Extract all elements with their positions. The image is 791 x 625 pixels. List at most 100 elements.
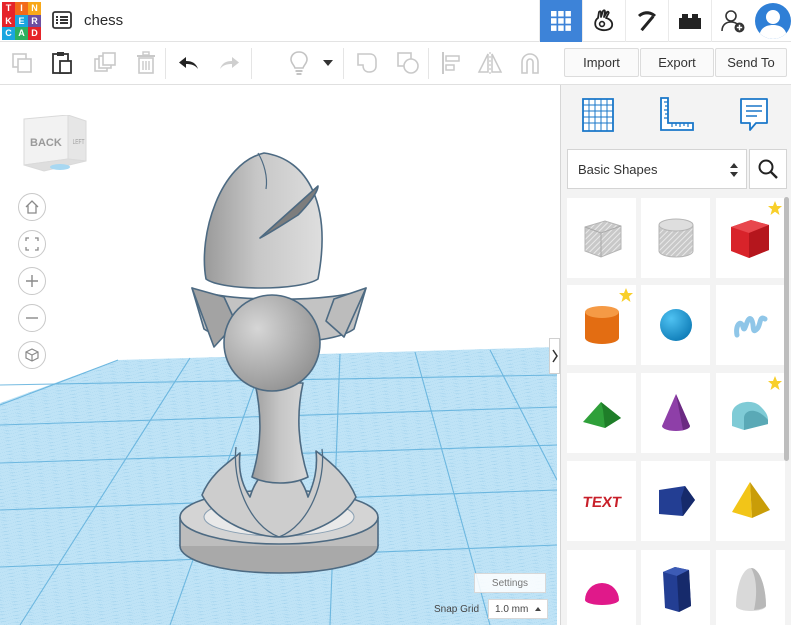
- edit-toolbar: [0, 42, 560, 85]
- logo-letter: D: [28, 27, 41, 40]
- invite-user-button[interactable]: [711, 0, 754, 42]
- home-view-button[interactable]: [18, 193, 46, 221]
- paste-button[interactable]: [49, 50, 75, 76]
- ruler-tab[interactable]: [656, 93, 696, 137]
- duplicate-icon: [94, 52, 116, 72]
- mirror-icon: [477, 52, 503, 74]
- chevron-right-icon: [551, 349, 558, 363]
- scribble-shape: [733, 315, 767, 338]
- cruise-button[interactable]: [517, 50, 543, 76]
- delete-button[interactable]: [133, 50, 159, 76]
- shape-tile-paraboloid[interactable]: [716, 550, 785, 625]
- shape-tile-pyramid[interactable]: [716, 461, 785, 541]
- 3d-workplane-viewport[interactable]: BACK LEFT Settings Snap Grid 1.0 mm: [0, 85, 557, 625]
- settings-button[interactable]: Settings: [474, 573, 546, 593]
- group-icon: [357, 53, 377, 73]
- updown-arrows-icon: [730, 163, 738, 177]
- perspective-cube-icon: [25, 348, 39, 362]
- toolbar-divider: [343, 48, 344, 79]
- snap-grid-value: 1.0 mm: [495, 603, 529, 615]
- blocks-view-button[interactable]: [582, 0, 625, 42]
- shape-tile-polygon[interactable]: [641, 461, 710, 541]
- copy-button[interactable]: [9, 50, 35, 76]
- send-to-button[interactable]: Send To: [715, 48, 787, 77]
- shape-tile-sphere[interactable]: [641, 285, 710, 365]
- zoom-in-button[interactable]: [18, 267, 46, 295]
- search-icon: [758, 159, 778, 179]
- bricks-button[interactable]: [668, 0, 711, 42]
- export-button[interactable]: Export: [640, 48, 714, 77]
- zoom-out-button[interactable]: [18, 304, 46, 332]
- speech-bubble-icon: [740, 98, 768, 131]
- group-button[interactable]: [354, 50, 380, 76]
- logo-letter: I: [15, 2, 28, 15]
- polygon-shape: [658, 486, 695, 516]
- pickaxe-icon: [638, 11, 656, 32]
- align-button[interactable]: [438, 50, 464, 76]
- clipboard-icon: [52, 52, 72, 74]
- undo-icon: [179, 57, 198, 69]
- star-icon: [768, 201, 782, 215]
- undo-button[interactable]: [176, 50, 202, 76]
- 3d-design-view-button[interactable]: [539, 0, 582, 42]
- caret-up-icon: [535, 607, 541, 611]
- shape-tile-box[interactable]: [716, 198, 785, 278]
- panel-collapse-button[interactable]: [549, 338, 560, 374]
- codeblocks-button[interactable]: [625, 0, 668, 42]
- notes-button[interactable]: [286, 50, 312, 76]
- shape-tile-half-sphere[interactable]: [567, 550, 636, 625]
- bricks-icon: [679, 14, 701, 29]
- user-avatar[interactable]: [755, 3, 791, 39]
- ungroup-button[interactable]: [395, 50, 421, 76]
- shape-tile-hexagonal-prism[interactable]: [641, 550, 710, 625]
- shape-search-button[interactable]: [749, 149, 787, 189]
- shape-tile-scribble[interactable]: [716, 285, 785, 365]
- shape-category-select[interactable]: Basic Shapes: [567, 149, 747, 189]
- shape-tile-cone[interactable]: [641, 373, 710, 453]
- paraboloid-shape: [735, 568, 766, 611]
- roof-shape: [582, 402, 621, 428]
- logo-letter: C: [2, 27, 15, 40]
- design-list-icon[interactable]: [52, 11, 72, 29]
- notes-dropdown[interactable]: [318, 50, 338, 76]
- logo-letter: R: [28, 14, 41, 28]
- ungroup-icon: [397, 52, 419, 74]
- shape-tile-cylinder[interactable]: [567, 285, 636, 365]
- text-shape: TEXT: [581, 494, 622, 511]
- redo-button[interactable]: [216, 50, 242, 76]
- plus-icon: [26, 275, 38, 287]
- view-cube-back-label: BACK: [30, 137, 62, 149]
- fit-view-button[interactable]: [18, 230, 46, 258]
- text-shape-preview: TEXT: [581, 494, 622, 511]
- mirror-button[interactable]: [477, 50, 503, 76]
- shape-tile-round-roof[interactable]: [716, 373, 785, 453]
- grid-view-icon: [551, 11, 571, 31]
- shape-tile-roof[interactable]: [567, 373, 636, 453]
- tinkercad-logo[interactable]: T I N K E R C A D: [2, 2, 41, 40]
- import-button[interactable]: Import: [564, 48, 639, 77]
- project-title[interactable]: chess: [84, 12, 123, 29]
- logo-letter: N: [28, 2, 41, 15]
- shapes-panel: Basic Shapes TEXT: [560, 85, 791, 625]
- duplicate-button[interactable]: [92, 50, 118, 76]
- shape-tile-box-hole[interactable]: [567, 198, 636, 278]
- shapes-panel-scrollbar[interactable]: [784, 197, 789, 461]
- align-icon: [442, 52, 460, 74]
- star-icon: [619, 288, 633, 302]
- toolbar-divider: [428, 48, 429, 79]
- toolbar-divider: [251, 48, 252, 79]
- shape-tile-text[interactable]: TEXT: [567, 461, 636, 541]
- logo-letter: A: [15, 27, 28, 40]
- grid-tab[interactable]: [578, 93, 618, 137]
- snap-grid-select[interactable]: 1.0 mm: [488, 599, 548, 619]
- redo-icon: [220, 57, 239, 69]
- orthographic-toggle-button[interactable]: [18, 341, 46, 369]
- notes-tab[interactable]: [734, 93, 774, 137]
- view-cube-left-label: LEFT: [72, 139, 85, 146]
- snap-grid-label: Snap Grid: [434, 604, 480, 615]
- logo-letter: T: [2, 2, 15, 15]
- blocks-view-icon: [594, 9, 614, 32]
- sphere-shape: [659, 309, 692, 341]
- shape-tile-cylinder-hole[interactable]: [641, 198, 710, 278]
- view-cube[interactable]: BACK LEFT: [22, 114, 88, 175]
